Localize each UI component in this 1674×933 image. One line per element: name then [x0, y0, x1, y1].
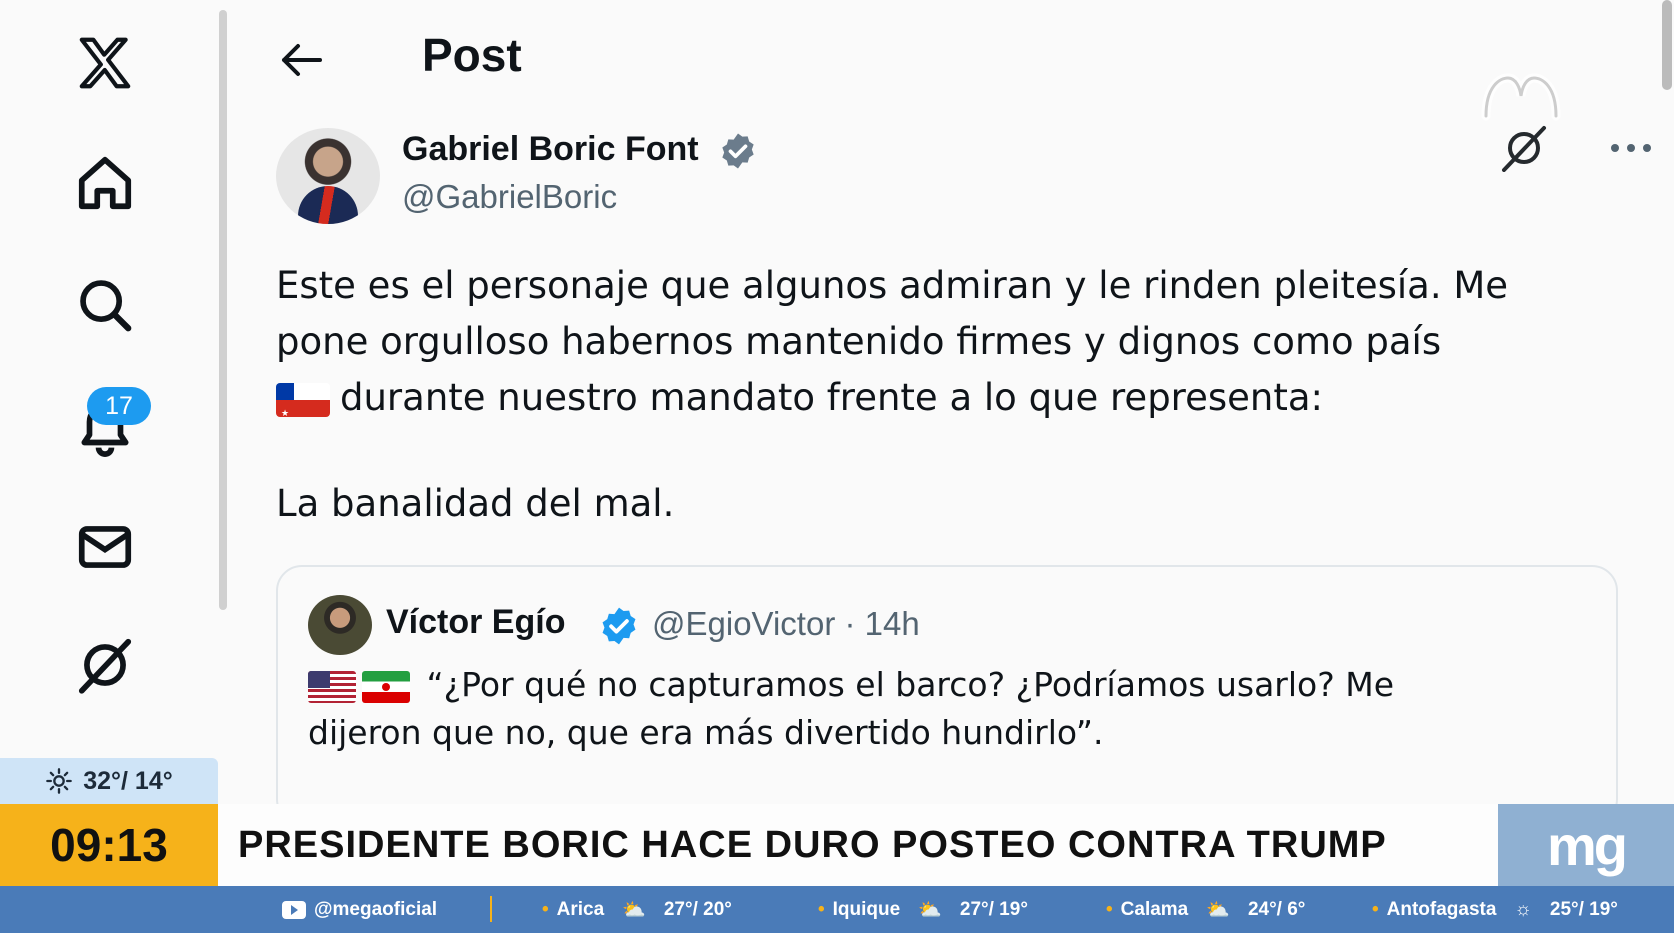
ticker-dot: •	[1372, 898, 1379, 920]
quoted-text-line2: dijeron que no, que era más divertido hu…	[308, 713, 1104, 752]
clock-box: 09:13	[0, 804, 218, 886]
post-body: Este es el personaje que algunos admiran…	[276, 258, 1646, 426]
youtube-icon	[282, 900, 306, 919]
ticker-temp: 25°/ 19°	[1549, 898, 1618, 920]
clock: 09:13	[50, 819, 168, 871]
ticker-dot: •	[1106, 898, 1113, 920]
ticker-separator	[490, 896, 492, 922]
sun-icon	[46, 768, 73, 794]
quoted-author-handle[interactable]: @EgioVictor · 14h	[652, 605, 920, 643]
verified-badge-icon	[722, 133, 754, 169]
page-title: Post	[422, 29, 522, 81]
channel-logo-box: mg	[1498, 804, 1674, 886]
ticker-social: @megaoficial	[282, 886, 437, 933]
ticker-bar: @megaoficial • Arica ⛅ 27°/ 20° • Iquiqu…	[0, 886, 1674, 933]
ticker-city-arica: • Arica ⛅ 27°/ 20°	[542, 886, 732, 933]
post-detail: Post Gabriel Boric Font @GabrielBoric Es…	[232, 0, 1672, 825]
ticker-temp: 27°/ 20°	[663, 898, 732, 920]
channel-logo: mg	[1547, 813, 1628, 877]
headline-bar: PRESIDENTE BORIC HACE DURO POSTEO CONTRA…	[218, 804, 1498, 886]
author-name[interactable]: Gabriel Boric Font	[402, 130, 758, 171]
post-text-line1: Este es el personaje que algunos admiran…	[276, 264, 1509, 307]
sidebar: 17	[0, 0, 218, 760]
x-logo-icon[interactable]	[72, 30, 138, 96]
ticker-temp: 27°/ 19°	[959, 898, 1028, 920]
usa-flag-icon	[308, 670, 356, 703]
weather-temp: 32°/ 14°	[83, 766, 173, 795]
ticker-city: Iquique	[832, 898, 901, 920]
quoted-author-name[interactable]: Víctor Egío	[386, 603, 565, 642]
ticker-city-calama: • Calama ⛅ 24°/ 6°	[1106, 886, 1305, 933]
ticker-temp: 24°/ 6°	[1247, 898, 1306, 920]
iran-flag-icon	[362, 670, 410, 703]
quoted-post-card[interactable]: Víctor Egío @EgioVictor · 14h “¿Por qué …	[276, 565, 1618, 825]
cloud-sun-icon: ⛅	[622, 899, 646, 921]
ticker-city: Calama	[1120, 898, 1189, 920]
more-options-icon[interactable]	[1607, 136, 1655, 160]
grok-icon[interactable]	[72, 632, 138, 698]
search-icon[interactable]	[72, 272, 138, 338]
author-handle[interactable]: @GabrielBoric	[402, 178, 617, 216]
post-text-line4: La banalidad del mal.	[276, 482, 675, 525]
verified-badge-icon	[602, 607, 636, 645]
mega-channel-logo-icon	[1481, 73, 1561, 172]
ticker-city-iquique: • Iquique ⛅ 27°/ 19°	[818, 886, 1028, 933]
home-icon[interactable]	[72, 150, 138, 216]
post-text-line2: pone orgulloso habernos mantenido firmes…	[276, 320, 1442, 363]
messages-envelope-icon[interactable]	[72, 514, 138, 580]
headline: PRESIDENTE BORIC HACE DURO POSTEO CONTRA…	[238, 823, 1387, 866]
author-name-text[interactable]: Gabriel Boric Font	[402, 130, 699, 168]
weather-widget: 32°/ 14°	[0, 758, 218, 804]
ticker-city: Arica	[556, 898, 605, 920]
ticker-dot: •	[542, 898, 549, 920]
back-arrow-icon[interactable]	[276, 38, 326, 82]
cloud-sun-icon: ⛅	[918, 899, 942, 921]
sun-icon: ☼	[1514, 898, 1532, 920]
page-scrollbar[interactable]	[1662, 0, 1672, 90]
quoted-text-line1: “¿Por qué no capturamos el barco? ¿Podrí…	[426, 665, 1395, 704]
quoted-author-avatar[interactable]	[308, 595, 372, 655]
ticker-dot: •	[818, 898, 825, 920]
sidebar-scrollbar[interactable]	[219, 10, 227, 610]
chile-flag-icon: ★	[276, 382, 330, 417]
ticker-social-label: @megaoficial	[314, 898, 438, 920]
ticker-city: Antofagasta	[1386, 898, 1497, 920]
post-text-line3: durante nuestro mandato frente a lo que …	[340, 376, 1323, 419]
author-avatar[interactable]	[276, 128, 380, 224]
ticker-city-antofagasta: • Antofagasta ☼ 25°/ 19°	[1372, 886, 1618, 933]
cloud-sun-icon: ⛅	[1206, 899, 1230, 921]
notifications-badge: 17	[87, 387, 151, 425]
quoted-post-text: “¿Por qué no capturamos el barco? ¿Podrí…	[308, 661, 1588, 757]
